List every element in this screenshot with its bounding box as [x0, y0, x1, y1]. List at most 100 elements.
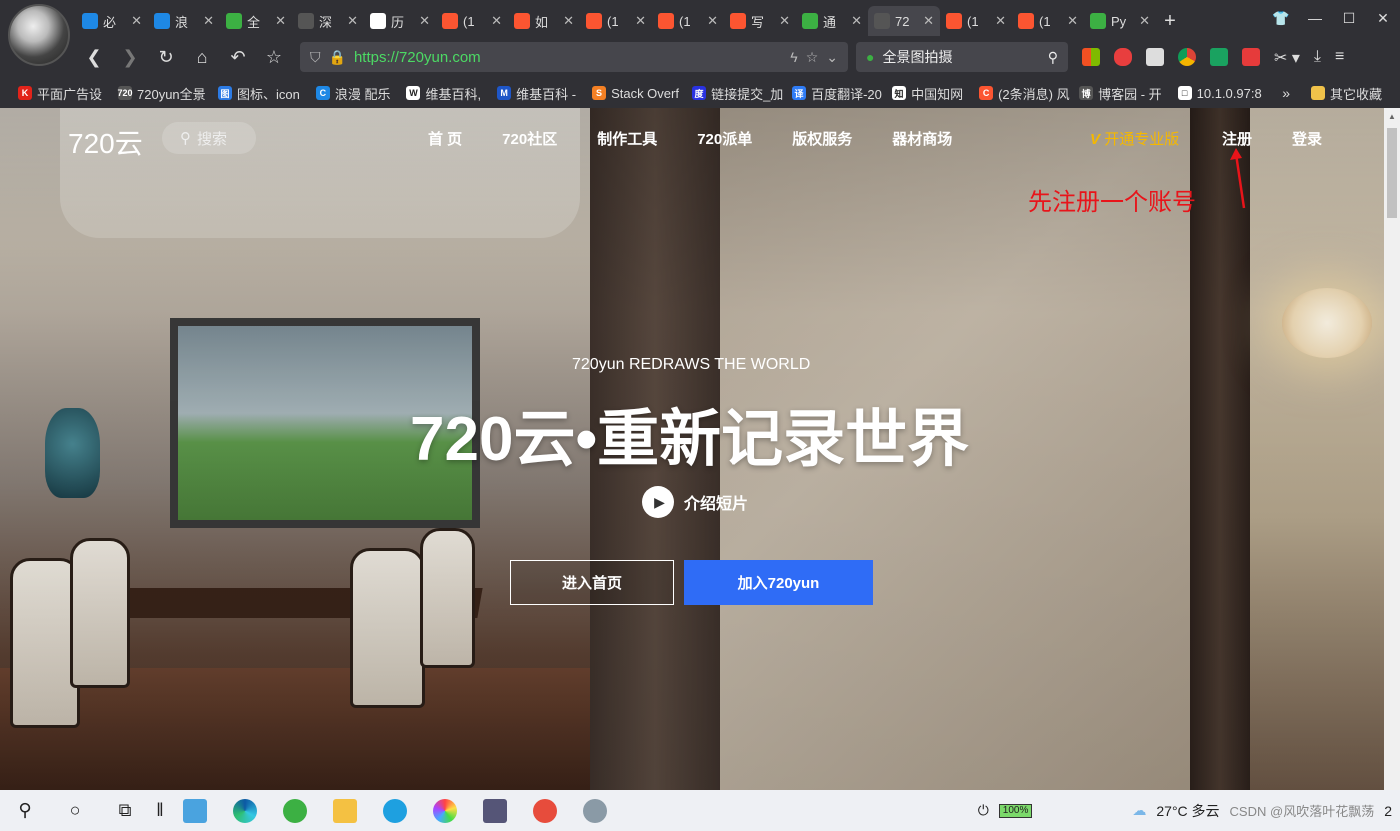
bookmark-item[interactable]: 720 720yun全景	[110, 84, 210, 103]
search-box[interactable]: ● 全景图拍摄 ⚲	[856, 42, 1068, 72]
scroll-up-icon[interactable]: ▲	[1384, 108, 1400, 124]
login-link[interactable]: 登录	[1292, 128, 1322, 149]
battery-indicator[interactable]: 100%	[998, 803, 1033, 818]
user-avatar[interactable]	[8, 4, 70, 66]
tab-close-icon[interactable]: ✕	[275, 13, 286, 29]
page-scrollbar[interactable]: ▲	[1384, 108, 1400, 790]
browser-tab[interactable]: 72 ✕	[868, 6, 940, 36]
browser-tab[interactable]: (1 ✕	[652, 6, 724, 36]
chevron-down-icon[interactable]: ⌄	[826, 49, 838, 66]
maximize-button[interactable]: ☐	[1332, 4, 1366, 32]
bookmarks-more-button[interactable]: »	[1274, 85, 1298, 101]
menu-item-orders[interactable]: 720派单	[679, 128, 770, 149]
bookmark-item[interactable]: 图图标、icon	[210, 84, 308, 103]
tab-close-icon[interactable]: ✕	[131, 13, 142, 29]
browser-tab[interactable]: (1 ✕	[436, 6, 508, 36]
site-search-button[interactable]: ⚲ 搜索	[162, 122, 256, 154]
bookmark-item[interactable]: C 浪漫 配乐	[308, 84, 399, 103]
close-window-button[interactable]: ✕	[1366, 4, 1400, 32]
scissors-icon[interactable]: ✂ ▾	[1274, 48, 1300, 67]
join-button[interactable]: 加入720yun	[684, 560, 873, 605]
browser-tab[interactable]: 必 ✕	[76, 6, 148, 36]
tab-close-icon[interactable]: ✕	[707, 13, 718, 29]
new-tab-button[interactable]: +	[1156, 6, 1184, 36]
bookmark-item[interactable]: W 维基百科,	[398, 84, 489, 103]
forward-button[interactable]: ❯	[112, 42, 148, 72]
browser-tab[interactable]: 全 ✕	[220, 6, 292, 36]
search-text[interactable]: 全景图拍摄	[882, 47, 1039, 67]
bookmark-item[interactable]: 度链接提交_加	[684, 84, 784, 103]
browser-tab[interactable]: (1 ✕	[1012, 6, 1084, 36]
file-explorer-icon[interactable]	[320, 790, 370, 831]
bookmark-item[interactable]: □ 10.1.0.97:8	[1170, 86, 1270, 101]
address-bar[interactable]: ⛉ 🔒 https://720yun.com ϟ ☆ ⌄	[300, 42, 848, 72]
browser-tab[interactable]: (1 ✕	[580, 6, 652, 36]
tab-close-icon[interactable]: ✕	[491, 13, 502, 29]
pro-upgrade-link[interactable]: V 开通专业版	[1090, 128, 1179, 149]
this-pc-icon[interactable]	[170, 790, 220, 831]
bookmark-item[interactable]: 博博客园 - 开	[1071, 84, 1170, 103]
lightning-icon[interactable]: ϟ	[790, 49, 797, 65]
bookmark-item[interactable]: 译百度翻译-20	[784, 84, 884, 103]
tab-close-icon[interactable]: ✕	[419, 13, 430, 29]
remote-desktop-icon[interactable]	[470, 790, 520, 831]
task-view-icon[interactable]: ⧉	[100, 790, 150, 831]
chart-icon[interactable]	[1210, 48, 1228, 66]
home-button[interactable]: ⌂	[184, 42, 220, 72]
browser-tab[interactable]: 浪 ✕	[148, 6, 220, 36]
bookmark-item[interactable]: C (2条消息) 风	[971, 84, 1071, 103]
360-browser-icon[interactable]	[270, 790, 320, 831]
app-scissors-icon[interactable]	[520, 790, 570, 831]
edge-icon[interactable]	[220, 790, 270, 831]
back-button[interactable]: ❮	[76, 42, 112, 72]
other-bookmarks[interactable]: 其它收藏	[1303, 84, 1390, 103]
favorite-star-button[interactable]: ☆	[256, 42, 292, 72]
ie-icon[interactable]	[370, 790, 420, 831]
bookmark-item[interactable]: K 平面广告设	[10, 84, 110, 103]
search-icon[interactable]: ⚲	[0, 790, 50, 831]
tab-close-icon[interactable]: ✕	[347, 13, 358, 29]
tab-close-icon[interactable]: ✕	[1139, 13, 1150, 29]
menu-item-home[interactable]: 首 页	[410, 128, 480, 149]
weather-text[interactable]: 27°C 多云	[1156, 801, 1219, 821]
chrome-icon[interactable]	[1178, 48, 1196, 66]
color-app-icon[interactable]	[420, 790, 470, 831]
intro-video-button[interactable]: ▶ 介绍短片	[642, 486, 748, 518]
browser-tab[interactable]: Py ✕	[1084, 6, 1156, 36]
download-icon[interactable]: ⤓	[1314, 48, 1321, 66]
browser-tab[interactable]: 如 ✕	[508, 6, 580, 36]
site-logo[interactable]: 720云	[68, 122, 143, 162]
tab-close-icon[interactable]: ✕	[779, 13, 790, 29]
browser-tab[interactable]: 深 ✕	[292, 6, 364, 36]
menu-item-community[interactable]: 720社区	[484, 128, 575, 149]
tab-close-icon[interactable]: ✕	[563, 13, 574, 29]
minimize-button[interactable]: —	[1298, 4, 1332, 32]
bookmark-item[interactable]: 知中国知网	[884, 84, 971, 103]
skin-icon[interactable]: 👕	[1264, 4, 1298, 32]
browser-tab[interactable]: 通 ✕	[796, 6, 868, 36]
tab-close-icon[interactable]: ✕	[851, 13, 862, 29]
mask-icon[interactable]	[1146, 48, 1164, 66]
tab-close-icon[interactable]: ✕	[1067, 13, 1078, 29]
app-red-icon[interactable]	[1242, 48, 1260, 66]
magnifier-icon[interactable]: ⚲	[1048, 49, 1058, 66]
menu-item-copyright[interactable]: 版权服务	[774, 128, 870, 149]
cortana-icon[interactable]: ○	[50, 790, 100, 831]
tab-close-icon[interactable]: ✕	[203, 13, 214, 29]
menu-item-store[interactable]: 器材商场	[874, 128, 970, 149]
tab-close-icon[interactable]: ✕	[635, 13, 646, 29]
game-icon[interactable]	[1114, 48, 1132, 66]
tab-close-icon[interactable]: ✕	[995, 13, 1006, 29]
bookmark-item[interactable]: S Stack Overf	[584, 86, 684, 101]
menu-icon[interactable]: ≡	[1335, 48, 1344, 66]
undo-close-button[interactable]: ↶	[220, 42, 256, 72]
bookmark-item[interactable]: M 维基百科 -	[489, 84, 584, 103]
star-icon[interactable]: ☆	[806, 49, 819, 66]
app-disc-icon[interactable]	[570, 790, 620, 831]
tab-close-icon[interactable]: ✕	[923, 13, 934, 29]
menu-item-tools[interactable]: 制作工具	[579, 128, 675, 149]
browser-tab[interactable]: 历 ✕	[364, 6, 436, 36]
windows-apps-icon[interactable]	[1082, 48, 1100, 66]
browser-tab[interactable]: 写 ✕	[724, 6, 796, 36]
browser-tab[interactable]: (1 ✕	[940, 6, 1012, 36]
